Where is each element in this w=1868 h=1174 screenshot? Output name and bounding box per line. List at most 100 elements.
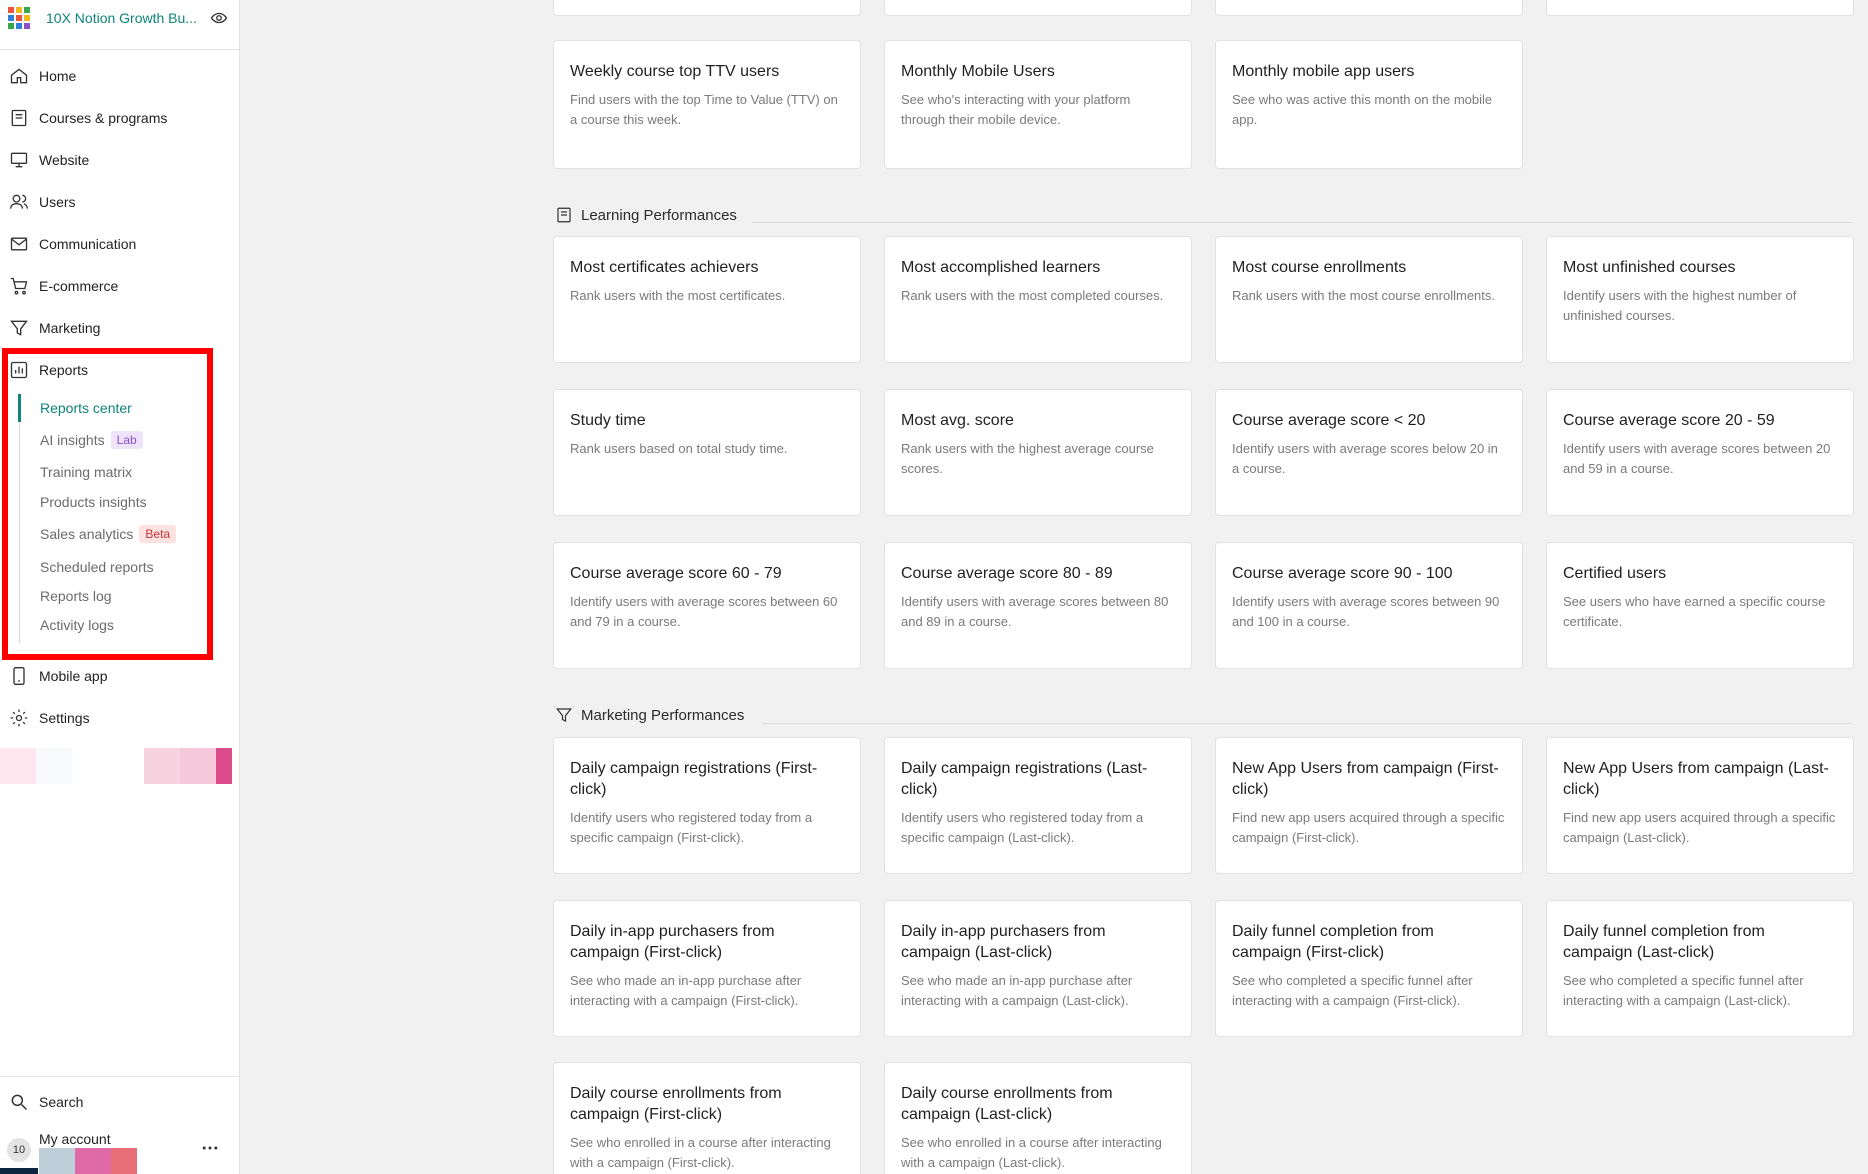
phone-icon [13, 667, 25, 685]
report-card[interactable]: Course average score 90 - 100 Identify u… [1215, 542, 1523, 669]
card-description: Rank users with the most course enrollme… [1232, 288, 1495, 303]
more-options-icon[interactable] [200, 1138, 220, 1158]
eye-icon[interactable] [210, 9, 228, 27]
sidebar-item-mobile-app[interactable]: Mobile app [0, 659, 240, 693]
sidebar-item-search[interactable]: Search [0, 1085, 240, 1119]
card-title: Weekly course top TTV users [570, 63, 780, 80]
logo-cell [16, 23, 22, 29]
report-card[interactable]: Most unfinished courses Identify users w… [1546, 236, 1854, 363]
report-card[interactable]: New App Users from campaign (First-click… [1215, 737, 1523, 874]
sidebar-item-communication[interactable]: Communication [0, 227, 240, 261]
card-description: Rank users with the highest average cour… [901, 441, 1154, 476]
report-card[interactable]: Daily campaign registrations (Last-click… [884, 737, 1192, 874]
card-description: See who enrolled in a course after inter… [901, 1135, 1162, 1170]
color-swatches [0, 748, 232, 784]
sidebar-item-label: Home [39, 68, 77, 84]
card-title: Most unfinished courses [1563, 259, 1736, 276]
card-description: Identify users with average scores betwe… [570, 594, 838, 629]
sidebar-item-ecommerce[interactable]: E-commerce [0, 269, 240, 303]
report-card[interactable]: Course average score < 20 Identify users… [1215, 389, 1523, 516]
swatch [0, 748, 36, 784]
card-title: Most course enrollments [1232, 259, 1407, 276]
report-card-partial[interactable] [1546, 0, 1854, 16]
logo-cell [24, 23, 30, 29]
card-title: Course average score 80 - 89 [901, 565, 1113, 582]
card-description: See who completed a specific funnel afte… [1232, 973, 1473, 1008]
report-card-partial[interactable] [1215, 0, 1523, 16]
card-title: Daily course enrollments from campaign (… [570, 1085, 782, 1123]
cart-icon [10, 277, 28, 295]
report-card[interactable]: Course average score 80 - 89 Identify us… [884, 542, 1192, 669]
card-description: Find new app users acquired through a sp… [1232, 810, 1505, 845]
section-title-marketing: Marketing Performances [555, 704, 744, 726]
card-title: New App Users from campaign (First-click… [1232, 760, 1499, 798]
funnel-icon [10, 320, 28, 336]
sidebar-item-home[interactable]: Home [0, 59, 240, 93]
section-title-text: Marketing Performances [581, 706, 745, 724]
report-card[interactable]: Daily campaign registrations (First-clic… [553, 737, 861, 874]
card-description: Identify users with average scores below… [1232, 441, 1498, 476]
report-card[interactable]: Daily course enrollments from campaign (… [884, 1062, 1192, 1174]
workspace-name: 10X Notion Growth Bu... [46, 10, 197, 26]
report-card[interactable]: Daily course enrollments from campaign (… [553, 1062, 861, 1174]
report-card[interactable]: Daily funnel completion from campaign (F… [1215, 900, 1523, 1037]
sidebar-item-marketing[interactable]: Marketing [0, 311, 240, 345]
card-title: Course average score 60 - 79 [570, 565, 782, 582]
card-description: Find new app users acquired through a sp… [1563, 810, 1836, 845]
swatch [111, 1148, 137, 1174]
sidebar-item-website[interactable]: Website [0, 143, 240, 177]
report-card-partial[interactable] [884, 0, 1192, 16]
card-description: Rank users based on total study time. [570, 441, 788, 456]
gear-icon [10, 709, 28, 727]
report-card[interactable]: Most avg. score Rank users with the high… [884, 389, 1192, 516]
report-card[interactable]: Course average score 60 - 79 Identify us… [553, 542, 861, 669]
card-description: Identify users who registered today from… [901, 810, 1144, 845]
card-title: Daily campaign registrations (First-clic… [570, 760, 818, 798]
report-card[interactable]: Daily funnel completion from campaign (L… [1546, 900, 1854, 1037]
section-divider [762, 723, 1852, 724]
logo-cell [24, 15, 30, 21]
card-description: Identify users with average scores betwe… [901, 594, 1169, 629]
annotation-highlight-box [2, 348, 213, 660]
report-card[interactable]: Daily in-app purchasers from campaign (F… [553, 900, 861, 1037]
report-card[interactable]: New App Users from campaign (Last-click)… [1546, 737, 1854, 874]
report-card[interactable]: Monthly mobile app users See who was act… [1215, 40, 1523, 169]
report-card[interactable]: Weekly course top TTV users Find users w… [553, 40, 861, 169]
account-menu[interactable]: 10 My account [0, 1126, 240, 1174]
users-icon [10, 194, 28, 209]
report-card[interactable]: Daily in-app purchasers from campaign (L… [884, 900, 1192, 1037]
report-card[interactable]: Most certificates achievers Rank users w… [553, 236, 861, 363]
logo-cell [16, 7, 22, 13]
report-card[interactable]: Most accomplished learners Rank users wi… [884, 236, 1192, 363]
section-divider [752, 222, 1852, 223]
swatch [216, 748, 232, 784]
swatch [36, 748, 72, 784]
swatch [144, 748, 180, 784]
logo-cell [8, 7, 14, 13]
section-title-text: Learning Performances [581, 206, 737, 224]
card-description: Rank users with the most certificates. [570, 288, 786, 303]
sidebar-item-courses[interactable]: Courses & programs [0, 101, 240, 135]
logo-cell [8, 23, 14, 29]
logo-cell [24, 7, 30, 13]
sidebar-item-label: Courses & programs [39, 110, 168, 126]
report-card[interactable]: Course average score 20 - 59 Identify us… [1546, 389, 1854, 516]
report-card[interactable]: Study time Rank users based on total stu… [553, 389, 861, 516]
card-description: Identify users who registered today from… [570, 810, 813, 845]
sidebar-item-settings[interactable]: Settings [0, 701, 240, 735]
card-title: Daily funnel completion from campaign (L… [1563, 923, 1765, 961]
report-card-partial[interactable] [553, 0, 861, 16]
sidebar-item-label: Marketing [39, 320, 101, 336]
card-title: Course average score 90 - 100 [1232, 565, 1453, 582]
divider [0, 49, 240, 50]
card-description: See who made an in-app purchase after in… [901, 973, 1133, 1008]
report-card[interactable]: Monthly Mobile Users See who's interacti… [884, 40, 1192, 169]
card-title: Daily course enrollments from campaign (… [901, 1085, 1113, 1123]
sidebar-item-label: Users [39, 194, 76, 210]
report-card[interactable]: Certified users See users who have earne… [1546, 542, 1854, 669]
sidebar-item-users[interactable]: Users [0, 185, 240, 219]
workspace-switcher[interactable]: 10X Notion Growth Bu... [0, 0, 240, 36]
card-title: New App Users from campaign (Last-click) [1563, 760, 1829, 798]
sidebar-item-label: Communication [39, 236, 137, 252]
report-card[interactable]: Most course enrollments Rank users with … [1215, 236, 1523, 363]
